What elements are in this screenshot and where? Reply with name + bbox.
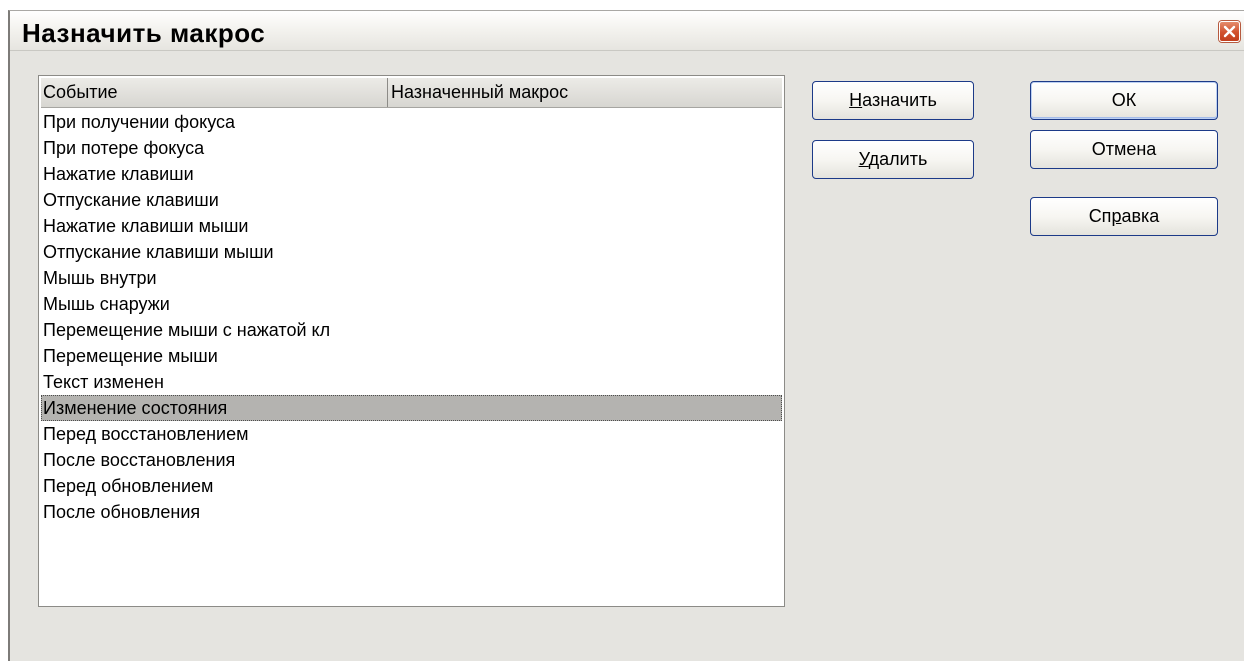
column-header-assigned-macro[interactable]: Назначенный макрос bbox=[389, 78, 782, 107]
title-bar[interactable]: Назначить макрос bbox=[10, 11, 1244, 51]
column-header-event[interactable]: Событие bbox=[41, 78, 388, 107]
ok-button[interactable]: ОК bbox=[1030, 81, 1218, 120]
cancel-button[interactable]: Отмена bbox=[1030, 130, 1218, 169]
assign-button[interactable]: Назначить bbox=[812, 81, 974, 120]
event-name-cell: Нажатие клавиши мыши bbox=[43, 216, 249, 236]
close-icon bbox=[1223, 25, 1236, 38]
help-label-pre: Сп bbox=[1088, 206, 1112, 226]
event-name-cell: Нажатие клавиши bbox=[43, 164, 194, 184]
list-header: Событие Назначенный макрос bbox=[41, 78, 782, 108]
list-row[interactable]: Перед обновлением bbox=[41, 473, 782, 499]
close-button[interactable] bbox=[1219, 21, 1240, 42]
help-label-rest: авка bbox=[1121, 206, 1160, 226]
list-row[interactable]: После восстановления bbox=[41, 447, 782, 473]
event-name-cell: Мышь внутри bbox=[43, 268, 157, 288]
assign-label: азначить bbox=[862, 90, 937, 110]
event-name-cell: Текст изменен bbox=[43, 372, 164, 392]
event-name-cell: При получении фокуса bbox=[43, 112, 236, 132]
list-row[interactable]: Перемещение мыши с нажатой кл bbox=[41, 317, 782, 343]
list-row[interactable]: После обновления bbox=[41, 499, 782, 525]
list-row[interactable]: Нажатие клавиши bbox=[41, 161, 782, 187]
list-row[interactable]: Мышь снаружи bbox=[41, 291, 782, 317]
list-row[interactable]: Перемещение мыши bbox=[41, 343, 782, 369]
event-name-cell: Перемещение мыши bbox=[43, 346, 218, 366]
list-row[interactable]: Изменение состояния bbox=[41, 395, 782, 421]
list-row[interactable]: Нажатие клавиши мыши bbox=[41, 213, 782, 239]
event-name-cell: Изменение состояния bbox=[43, 398, 228, 418]
assign-accel-letter: Н bbox=[849, 90, 863, 110]
event-name-cell: После восстановления bbox=[43, 450, 236, 470]
event-name-cell: Перемещение мыши с нажатой кл bbox=[43, 320, 331, 340]
delete-label: далить bbox=[868, 149, 928, 169]
help-button[interactable]: Справка bbox=[1030, 197, 1218, 236]
event-name-cell: Перед восстановлением bbox=[43, 424, 249, 444]
event-macro-list[interactable]: Событие Назначенный макрос При получении… bbox=[38, 75, 785, 607]
help-accel-letter: р bbox=[1111, 206, 1122, 226]
event-name-cell: При потере фокуса bbox=[43, 138, 205, 158]
list-row[interactable]: При получении фокуса bbox=[41, 109, 782, 135]
event-name-cell: Перед обновлением bbox=[43, 476, 214, 496]
list-row[interactable]: Текст изменен bbox=[41, 369, 782, 395]
event-rows: При получении фокуса При потере фокуса Наж… bbox=[41, 109, 782, 525]
dialog-title: Назначить макрос bbox=[22, 18, 266, 48]
list-row[interactable]: Мышь внутри bbox=[41, 265, 782, 291]
event-name-cell: Отпускание клавиши bbox=[43, 190, 219, 210]
delete-accel-letter: У bbox=[858, 149, 869, 169]
list-row[interactable]: Отпускание клавиши bbox=[41, 187, 782, 213]
delete-button[interactable]: Удалить bbox=[812, 140, 974, 179]
assign-macro-dialog: Назначить макрос Событие Назначенный мак… bbox=[8, 10, 1244, 661]
list-row[interactable]: При потере фокуса bbox=[41, 135, 782, 161]
event-name-cell: После обновления bbox=[43, 502, 201, 522]
event-name-cell: Мышь снаружи bbox=[43, 294, 170, 314]
list-row[interactable]: Отпускание клавиши мыши bbox=[41, 239, 782, 265]
event-name-cell: Отпускание клавиши мыши bbox=[43, 242, 274, 262]
list-row[interactable]: Перед восстановлением bbox=[41, 421, 782, 447]
